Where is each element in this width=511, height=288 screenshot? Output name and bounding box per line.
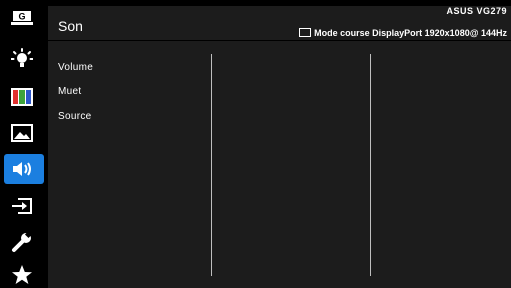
sidebar: G [0, 0, 44, 288]
main-panel [48, 6, 511, 288]
splendid-icon [11, 48, 33, 67]
column-divider-1 [211, 54, 212, 276]
display-mode-info: Mode course DisplayPort 1920x1080@ 144Hz [299, 28, 507, 38]
sidebar-item-sound[interactable] [4, 154, 44, 184]
image-icon [11, 124, 33, 142]
sidebar-item-gameplus[interactable]: G [3, 3, 41, 33]
osd-window: G Son ASUS VG279 Mode course DisplayPort… [0, 0, 511, 288]
monitor-icon [299, 28, 312, 37]
shortcut-icon [12, 265, 32, 284]
input-select-icon [12, 198, 32, 214]
sidebar-item-color[interactable] [3, 82, 41, 112]
sidebar-item-image[interactable] [3, 118, 41, 148]
system-setup-icon [12, 231, 33, 252]
menu-item-source[interactable]: Source [58, 111, 92, 122]
sidebar-item-shortcut[interactable] [3, 260, 41, 288]
header-divider [48, 40, 511, 41]
sound-icon [13, 162, 31, 176]
page-title: Son [58, 18, 83, 34]
sidebar-item-input-select[interactable] [3, 191, 41, 221]
sidebar-item-system-setup[interactable] [3, 227, 41, 257]
gameplus-icon: G [11, 11, 33, 25]
monitor-model: ASUS VG279 [446, 6, 507, 16]
color-icon [11, 88, 33, 106]
sidebar-item-splendid[interactable] [3, 44, 41, 74]
column-divider-2 [370, 54, 371, 276]
menu-item-volume[interactable]: Volume [58, 62, 93, 73]
display-mode-text: Mode course DisplayPort 1920x1080@ 144Hz [314, 28, 507, 38]
gameplus-icon-label: G [18, 12, 25, 22]
menu-item-muet[interactable]: Muet [58, 86, 81, 97]
